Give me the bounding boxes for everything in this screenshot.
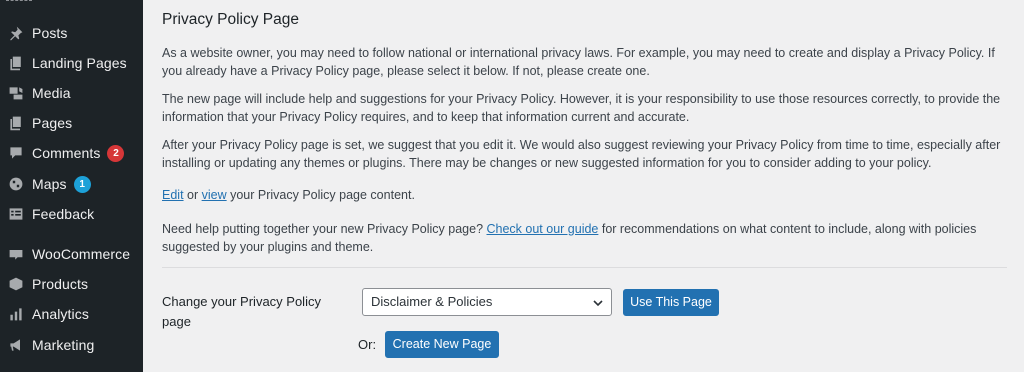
privacy-page-select[interactable]: Disclaimer & Policies <box>362 288 612 316</box>
box-icon <box>8 276 24 292</box>
page-title: Privacy Policy Page <box>162 11 299 28</box>
sidebar-item-analytics[interactable]: Analytics <box>0 300 143 328</box>
sidebar-item-landing-pages[interactable]: Landing Pages <box>0 49 143 77</box>
bar-chart-icon <box>8 306 24 322</box>
sidebar-item-label: Media <box>32 85 71 101</box>
sidebar-item-label: Feedback <box>32 206 95 222</box>
guide-link[interactable]: Check out our guide <box>487 222 599 236</box>
pushpin-icon <box>8 25 24 41</box>
edit-or-text: or <box>183 188 202 202</box>
sidebar-item-marketing[interactable]: Marketing <box>0 331 143 359</box>
maps-count-badge: 1 <box>73 175 91 193</box>
megaphone-icon <box>8 337 24 353</box>
sidebar-item-feedback[interactable]: Feedback <box>0 200 143 228</box>
comment-icon <box>8 145 24 161</box>
new-page-paragraph: The new page will include help and sugge… <box>162 92 1001 124</box>
sidebar-item-label: Analytics <box>32 306 89 322</box>
chevron-down-icon <box>593 300 603 307</box>
sidebar-item-label: Posts <box>32 25 68 41</box>
sidebar-item-label: Marketing <box>32 337 95 353</box>
sidebar-item-label: Products <box>32 276 89 292</box>
sidebar-item-products[interactable]: Products <box>0 270 143 298</box>
sidebar-item-label: Comments <box>32 145 101 161</box>
view-link[interactable]: view <box>202 188 227 202</box>
privacy-page-select-value: Disclaimer & Policies <box>371 294 493 309</box>
privacy-settings-content: Privacy Policy Page As a website owner, … <box>143 0 1024 372</box>
change-page-label: Change your Privacy Policy page <box>162 294 321 329</box>
sidebar-item-media[interactable]: Media <box>0 79 143 107</box>
sidebar-item-comments[interactable]: Comments 2 <box>0 139 143 167</box>
globe-icon <box>8 176 24 192</box>
sidebar-item-label: WooCommerce <box>32 246 131 262</box>
feedback-icon <box>8 206 24 222</box>
edit-view-rest-text: your Privacy Policy page content. <box>226 188 415 202</box>
help-text-pre: Need help putting together your new Priv… <box>162 222 487 236</box>
sidebar-item-maps[interactable]: Maps 1 <box>0 170 143 198</box>
sidebar-item-woocommerce[interactable]: WooCommerce <box>0 240 143 268</box>
section-divider <box>162 267 1007 268</box>
intro-paragraph: As a website owner, you may need to foll… <box>162 46 995 78</box>
sidebar-top-edge <box>6 0 32 3</box>
sidebar-item-label: Landing Pages <box>32 55 127 71</box>
use-this-page-button[interactable]: Use This Page <box>623 289 719 316</box>
page-icon <box>8 115 24 131</box>
woocommerce-icon <box>8 246 24 262</box>
sidebar-item-posts[interactable]: Posts <box>0 19 143 47</box>
edit-link[interactable]: Edit <box>162 188 184 202</box>
comments-count-badge: 2 <box>107 144 125 162</box>
pages-icon <box>8 55 24 71</box>
create-new-page-button[interactable]: Create New Page <box>385 331 499 358</box>
sidebar-item-label: Maps <box>32 176 67 192</box>
sidebar-item-pages[interactable]: Pages <box>0 109 143 137</box>
admin-sidebar: Posts Landing Pages Media Pages Comments… <box>0 0 143 372</box>
sidebar-item-label: Pages <box>32 115 73 131</box>
edit-view-line: Edit or view your Privacy Policy page co… <box>162 186 1007 204</box>
media-icon <box>8 85 24 101</box>
help-paragraph: Need help putting together your new Priv… <box>162 220 1007 256</box>
after-setup-paragraph: After your Privacy Policy page is set, w… <box>162 138 1001 170</box>
or-label: Or: <box>358 337 377 352</box>
